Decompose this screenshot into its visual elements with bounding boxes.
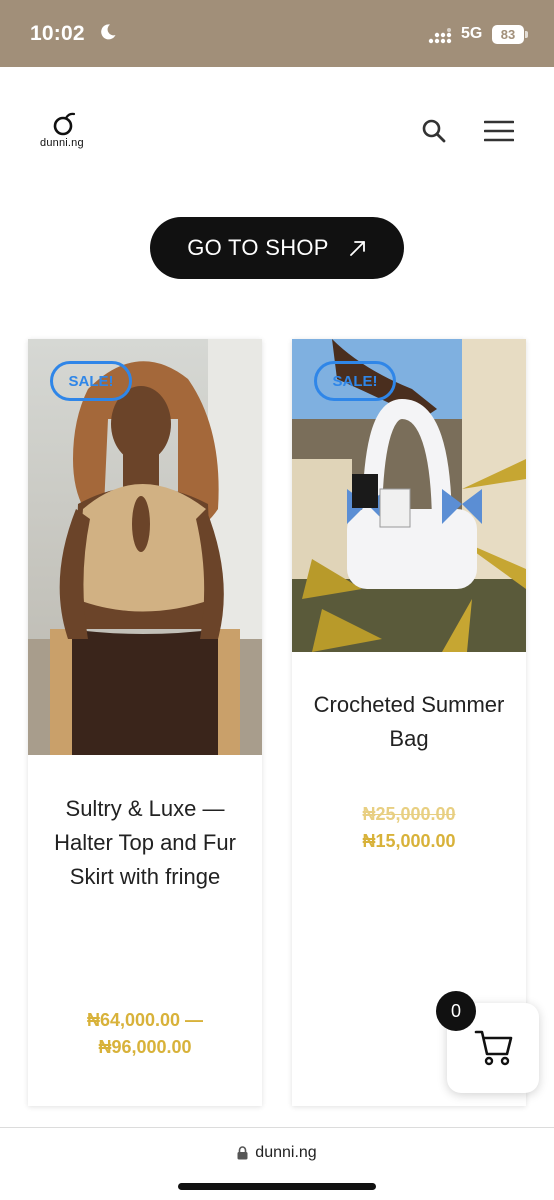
- battery-tip: [525, 31, 528, 38]
- product-card[interactable]: SALE! Sultry & Luxe — Halter Top and Fur…: [28, 339, 262, 1106]
- home-indicator[interactable]: [178, 1183, 376, 1190]
- product-image[interactable]: SALE!: [292, 339, 526, 652]
- site-logo[interactable]: dunni.ng: [40, 111, 90, 153]
- url-content[interactable]: dunni.ng: [0, 1144, 554, 1162]
- product-title[interactable]: Sultry & Luxe — Halter Top and Fur Skirt…: [38, 792, 252, 894]
- product-card[interactable]: SALE! Crocheted Summer Bag ₦25,000.00 ₦1…: [292, 339, 526, 1106]
- go-to-shop-label: GO TO SHOP: [187, 235, 329, 260]
- sale-badge: SALE!: [50, 361, 132, 401]
- battery-indicator: 83: [492, 25, 524, 44]
- price-new: ₦15,000.00: [362, 831, 456, 851]
- cart-count-badge: 0: [436, 991, 476, 1031]
- product-image[interactable]: SALE!: [28, 339, 262, 755]
- go-to-shop-button[interactable]: GO TO SHOP: [150, 217, 404, 279]
- status-bar: 10:02 5G 83: [0, 0, 554, 67]
- product-title[interactable]: Crocheted Summer Bag: [302, 688, 516, 756]
- price-old: ₦25,000.00: [362, 804, 456, 824]
- battery-level: 83: [500, 27, 516, 42]
- arrow-up-right-icon: [349, 241, 365, 256]
- logo-mark-icon: [53, 112, 76, 136]
- logo-text: dunni.ng: [40, 137, 84, 149]
- status-time: 10:02: [30, 22, 85, 45]
- signal-icon: [428, 28, 452, 44]
- lock-icon: [237, 1146, 248, 1160]
- product-photo-halter-top: [28, 339, 262, 755]
- sale-badge: SALE!: [314, 361, 396, 401]
- shopping-cart-icon: [474, 1030, 513, 1066]
- product-price: ₦25,000.00 ₦15,000.00: [302, 801, 516, 855]
- product-price: ₦64,000.00 — ₦96,000.00: [86, 1010, 204, 1057]
- browser-url-bar[interactable]: dunni.ng: [0, 1127, 554, 1200]
- site-header: dunni.ng: [0, 67, 554, 187]
- search-icon[interactable]: [421, 118, 447, 144]
- url-domain: dunni.ng: [255, 1144, 317, 1161]
- hamburger-menu-icon[interactable]: [484, 119, 514, 143]
- moon-icon: [101, 24, 116, 40]
- network-label: 5G: [461, 25, 483, 42]
